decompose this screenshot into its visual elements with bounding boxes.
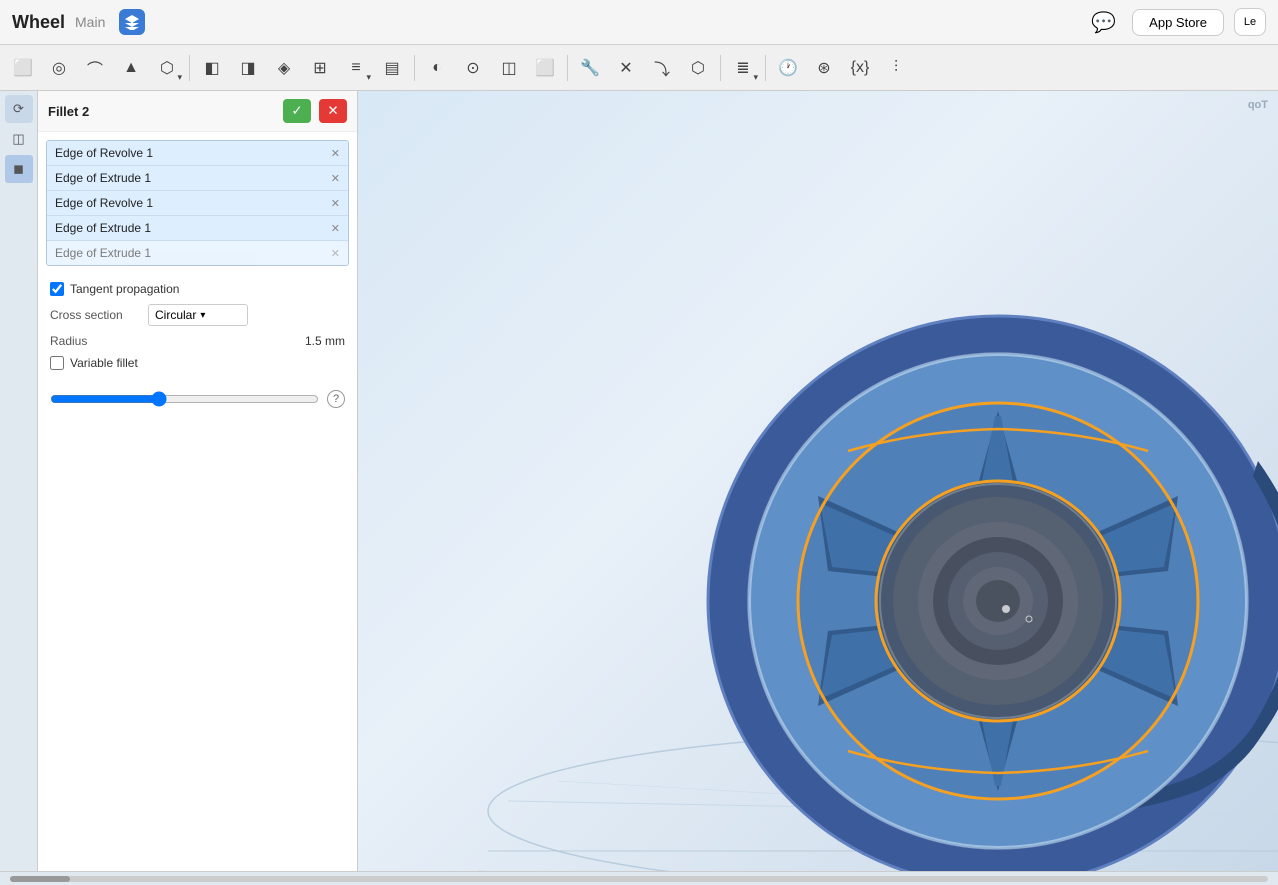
toolbar-btn-16[interactable]: 🔧 xyxy=(573,51,607,85)
tangent-propagation-checkbox[interactable] xyxy=(50,282,64,296)
toolbar-btn-3[interactable]: ⌒ xyxy=(78,51,112,85)
help-icon[interactable]: ? xyxy=(327,390,345,408)
remove-edge-3[interactable]: ✕ xyxy=(331,197,340,210)
3d-viewport[interactable]: qoT xyxy=(358,91,1278,871)
toolbar-btn-13[interactable]: ⊙ xyxy=(456,51,490,85)
toolbar-separator-5 xyxy=(765,55,766,81)
ground-plane xyxy=(358,91,1278,871)
tangent-propagation-label: Tangent propagation xyxy=(70,282,179,296)
toolbar-btn-22[interactable]: ⊛ xyxy=(807,51,841,85)
radius-row: Radius 1.5 mm xyxy=(50,334,345,348)
toolbar-btn-6[interactable]: ◧ xyxy=(195,51,229,85)
remove-edge-2[interactable]: ✕ xyxy=(331,172,340,185)
toolbar: ⬜ ◎ ⌒ ▲ ⬡▾ ◧ ◨ ◈ ⊞ ≡▾ ▤ ◐ ⊙ ◫ ⬜ 🔧 ✕ ⤵ ⬡ … xyxy=(0,45,1278,91)
toolbar-btn-7[interactable]: ◨ xyxy=(231,51,265,85)
toolbar-btn-11[interactable]: ▤ xyxy=(375,51,409,85)
cross-section-row: Cross section Circular ▾ xyxy=(50,304,345,326)
fillet-header: Fillet 2 ✓ ✕ xyxy=(38,91,357,132)
fillet-title: Fillet 2 xyxy=(48,104,275,119)
remove-edge-1[interactable]: ✕ xyxy=(331,147,340,160)
toolbar-btn-8[interactable]: ◈ xyxy=(267,51,301,85)
variable-fillet-row: Variable fillet xyxy=(50,356,345,370)
toolbar-btn-14[interactable]: ◫ xyxy=(492,51,526,85)
edge-label-1: Edge of Revolve 1 xyxy=(55,146,331,160)
toolbar-btn-5[interactable]: ⬡▾ xyxy=(150,51,184,85)
left-panel-btn-2[interactable]: ◫ xyxy=(5,125,33,153)
dropdown-chevron: ▾ xyxy=(200,310,205,321)
edge-label-5: Edge of Extrude 1 xyxy=(55,246,331,260)
radius-value: 1.5 mm xyxy=(305,334,345,348)
cancel-button[interactable]: ✕ xyxy=(319,99,347,123)
toolbar-btn-12[interactable]: ◐ xyxy=(420,51,454,85)
tangent-propagation-row: Tangent propagation xyxy=(50,282,345,296)
radius-label: Radius xyxy=(50,334,87,348)
edge-label-2: Edge of Extrude 1 xyxy=(55,171,331,185)
toolbar-btn-23[interactable]: {x} xyxy=(843,51,877,85)
toolbar-btn-15[interactable]: ⬜ xyxy=(528,51,562,85)
toolbar-separator-4 xyxy=(720,55,721,81)
main-content: ⟳ ◫ ◼ Fillet 2 ✓ ✕ Edge of Revolve 1 ✕ E… xyxy=(0,91,1278,871)
toolbar-btn-21[interactable]: 🕐 xyxy=(771,51,805,85)
toolbar-separator-1 xyxy=(189,55,190,81)
cross-section-value: Circular xyxy=(155,308,196,322)
fillet-panel: Fillet 2 ✓ ✕ Edge of Revolve 1 ✕ Edge of… xyxy=(38,91,358,871)
toolbar-btn-24[interactable]: ⫶ xyxy=(879,51,913,85)
edge-item-3[interactable]: Edge of Revolve 1 ✕ xyxy=(47,191,348,216)
scroll-track[interactable] xyxy=(10,876,1268,882)
titlebar: Wheel Main 💬 App Store Le xyxy=(0,0,1278,45)
remove-edge-4[interactable]: ✕ xyxy=(331,222,340,235)
left-panel-btn-3[interactable]: ◼ xyxy=(5,155,33,183)
app-title: Wheel xyxy=(12,12,65,33)
extra-btn[interactable]: Le xyxy=(1234,8,1266,36)
toolbar-btn-9[interactable]: ⊞ xyxy=(303,51,337,85)
fillet-options: Tangent propagation Cross section Circul… xyxy=(38,274,357,386)
edge-label-4: Edge of Extrude 1 xyxy=(55,221,331,235)
toolbar-btn-1[interactable]: ⬜ xyxy=(6,51,40,85)
toolbar-separator-3 xyxy=(567,55,568,81)
toolbar-btn-20[interactable]: ≣▾ xyxy=(726,51,760,85)
edge-item-4[interactable]: Edge of Extrude 1 ✕ xyxy=(47,216,348,241)
slider-container: ? xyxy=(38,386,357,416)
toolbar-separator-2 xyxy=(414,55,415,81)
scroll-thumb[interactable] xyxy=(10,876,70,882)
chat-icon[interactable]: 💬 xyxy=(1091,10,1116,35)
cross-section-label: Cross section xyxy=(50,308,140,322)
branch-label: Main xyxy=(75,14,105,30)
appstore-button[interactable]: App Store xyxy=(1132,9,1224,36)
fillet-slider[interactable] xyxy=(50,391,319,407)
edge-label-3: Edge of Revolve 1 xyxy=(55,196,331,210)
left-panel-btn-4[interactable] xyxy=(5,839,33,867)
toolbar-btn-10[interactable]: ≡▾ xyxy=(339,51,373,85)
edge-item-2[interactable]: Edge of Extrude 1 ✕ xyxy=(47,166,348,191)
remove-edge-5[interactable]: ✕ xyxy=(331,247,340,260)
toolbar-btn-2[interactable]: ◎ xyxy=(42,51,76,85)
left-panel: ⟳ ◫ ◼ xyxy=(0,91,38,871)
variable-fillet-checkbox[interactable] xyxy=(50,356,64,370)
cross-section-dropdown[interactable]: Circular ▾ xyxy=(148,304,248,326)
toolbar-btn-18[interactable]: ⤵ xyxy=(645,51,679,85)
left-panel-btn-1[interactable]: ⟳ xyxy=(5,95,33,123)
confirm-button[interactable]: ✓ xyxy=(283,99,311,123)
edge-list: Edge of Revolve 1 ✕ Edge of Extrude 1 ✕ … xyxy=(46,140,349,266)
toolbar-btn-4[interactable]: ▲ xyxy=(114,51,148,85)
edu-icon xyxy=(119,9,145,35)
toolbar-btn-19[interactable]: ⬡ xyxy=(681,51,715,85)
variable-fillet-label: Variable fillet xyxy=(70,356,138,370)
edge-item-1[interactable]: Edge of Revolve 1 ✕ xyxy=(47,141,348,166)
bottom-scrollbar xyxy=(0,871,1278,885)
edge-item-5[interactable]: Edge of Extrude 1 ✕ xyxy=(47,241,348,265)
toolbar-btn-17[interactable]: ✕ xyxy=(609,51,643,85)
